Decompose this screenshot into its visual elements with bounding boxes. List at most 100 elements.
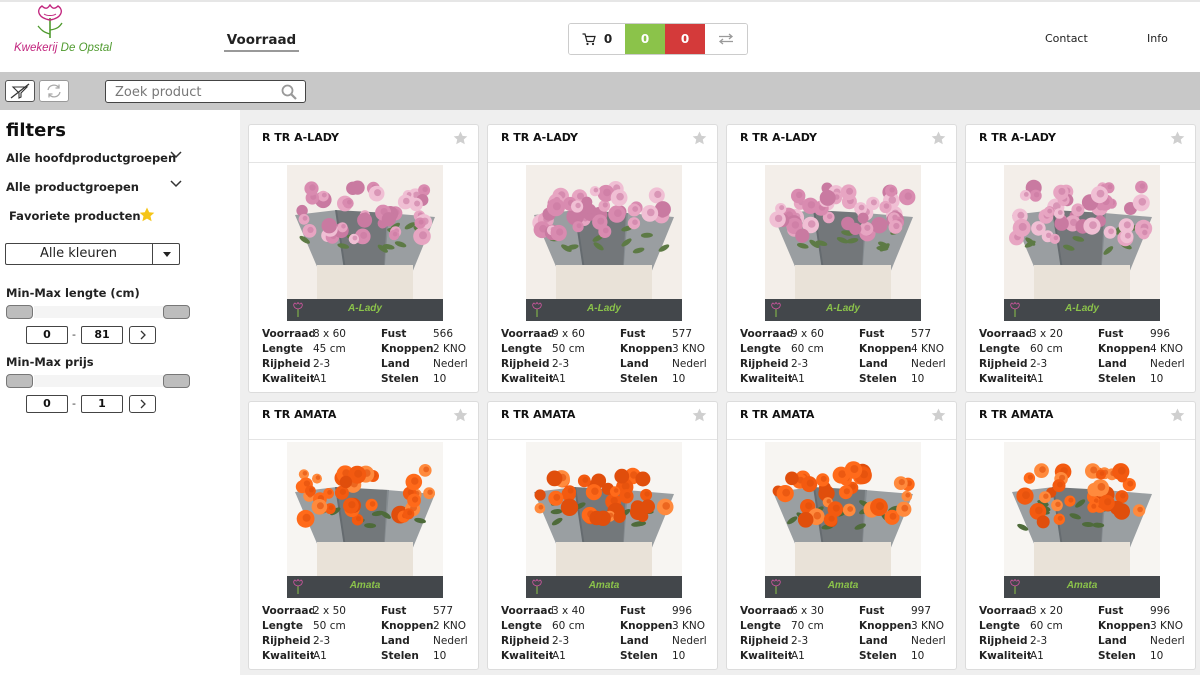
- product-title: R TR AMATA: [262, 408, 337, 421]
- chevron-down-icon[interactable]: [170, 151, 182, 159]
- product-photo[interactable]: Amata: [1004, 442, 1160, 598]
- product-title: R TR AMATA: [740, 408, 815, 421]
- spec-value-land: Nederland: [1150, 358, 1184, 370]
- spec-value-kwaliteit: A1: [1030, 373, 1044, 385]
- cart-status-group: 0 0 0: [568, 23, 748, 55]
- spec-value-voorraad: 2 x 50: [313, 605, 346, 617]
- spec-label: Fust: [1098, 328, 1124, 340]
- length-slider-min-handle[interactable]: [6, 305, 33, 319]
- product-specs: Voorraad 3 x 40 Fust 996 Lengte 60 cm Kn…: [501, 605, 711, 665]
- product-photo[interactable]: A-Lady: [526, 165, 682, 321]
- nav-voorraad[interactable]: Voorraad: [224, 32, 299, 52]
- favorite-star-icon[interactable]: [1170, 131, 1185, 145]
- spec-value-knoppen: 2 KNOP: [433, 620, 467, 632]
- length-min-input[interactable]: 0: [26, 326, 68, 344]
- product-banner: Amata: [1004, 576, 1160, 598]
- spec-label: Stelen: [620, 373, 658, 385]
- spec-label: Kwaliteit: [501, 373, 553, 385]
- length-slider-track[interactable]: [34, 306, 164, 318]
- spec-value-stelen: 10: [433, 650, 447, 662]
- product-card-7[interactable]: R TR AMATA Amata Voorraad 6 x 30 Fust 99…: [726, 401, 957, 670]
- filter-product-groups[interactable]: Alle productgroepen: [6, 180, 139, 194]
- product-title: R TR A-LADY: [501, 131, 578, 144]
- product-photo[interactable]: Amata: [287, 442, 443, 598]
- spec-label: Lengte: [262, 343, 303, 355]
- product-title: R TR A-LADY: [740, 131, 817, 144]
- color-select[interactable]: Alle kleuren: [5, 243, 180, 265]
- spec-label: Kwaliteit: [740, 650, 792, 662]
- spec-label: Land: [381, 358, 410, 370]
- flower-bouquet-image: [1004, 442, 1160, 598]
- product-card-1[interactable]: R TR A-LADY A-Lady Voorraad 8 x 60 Fust …: [248, 124, 479, 393]
- clear-filters-button[interactable]: [5, 80, 35, 102]
- spec-value-fust: 996: [1150, 605, 1171, 617]
- favorite-star-icon[interactable]: [453, 408, 468, 422]
- spec-label: Land: [1098, 358, 1127, 370]
- product-card-5[interactable]: R TR AMATA Amata Voorraad 2 x 50 Fust 57…: [248, 401, 479, 670]
- spec-value-stelen: 10: [672, 650, 686, 662]
- product-card-2[interactable]: R TR A-LADY A-Lady Voorraad 9 x 60 Fust …: [487, 124, 718, 393]
- product-card-8[interactable]: R TR AMATA Amata Voorraad 3 x 20 Fust 99…: [965, 401, 1196, 670]
- favorite-star-icon[interactable]: [931, 131, 946, 145]
- spec-value-rijpheid: 2-3: [313, 635, 331, 647]
- nav-info[interactable]: Info: [1147, 32, 1168, 45]
- spec-label: Knoppen: [620, 343, 672, 355]
- swap-button[interactable]: [705, 24, 747, 54]
- length-max-input[interactable]: 81: [81, 326, 123, 344]
- product-card-3[interactable]: R TR A-LADY A-Lady Voorraad 9 x 60 Fust …: [726, 124, 957, 393]
- filters-title: filters: [6, 120, 66, 141]
- cart-button[interactable]: 0: [569, 24, 625, 54]
- flower-bouquet-image: [765, 165, 921, 321]
- favorite-star-icon[interactable]: [931, 408, 946, 422]
- spec-label: Kwaliteit: [262, 650, 314, 662]
- spec-value-land: Nederland: [911, 358, 945, 370]
- spec-label: Voorraad: [740, 605, 792, 617]
- spec-value-knoppen: 4 KNOP: [1150, 343, 1184, 355]
- favorite-star-icon[interactable]: [453, 131, 468, 145]
- product-photo[interactable]: Amata: [526, 442, 682, 598]
- green-counter-button[interactable]: 0: [625, 24, 665, 54]
- product-card-6[interactable]: R TR AMATA Amata Voorraad 3 x 40 Fust 99…: [487, 401, 718, 670]
- product-card-header: R TR AMATA: [488, 402, 717, 440]
- price-min-input[interactable]: 0: [26, 395, 68, 413]
- spec-label: Kwaliteit: [979, 373, 1031, 385]
- filter-main-groups[interactable]: Alle hoofdproductgroepen: [6, 151, 176, 165]
- length-slider-max-handle[interactable]: [163, 305, 190, 319]
- spec-value-land: Nederland: [911, 635, 945, 647]
- product-card-header: R TR AMATA: [966, 402, 1195, 440]
- refresh-button[interactable]: [39, 80, 69, 102]
- product-photo[interactable]: A-Lady: [287, 165, 443, 321]
- price-slider-min-handle[interactable]: [6, 374, 33, 388]
- favorite-star-icon[interactable]: [692, 408, 707, 422]
- spec-label: Rijpheid: [740, 635, 789, 647]
- filter-favorites[interactable]: Favoriete producten: [9, 209, 141, 223]
- spec-value-kwaliteit: A1: [791, 650, 805, 662]
- price-slider-max-handle[interactable]: [163, 374, 190, 388]
- price-apply-button[interactable]: [129, 395, 156, 413]
- favorite-star-icon[interactable]: [1170, 408, 1185, 422]
- favorite-star-icon[interactable]: [139, 207, 155, 222]
- search-input[interactable]: [106, 82, 271, 103]
- spec-value-rijpheid: 2-3: [313, 358, 331, 370]
- product-title: R TR A-LADY: [979, 131, 1056, 144]
- cart-icon: [582, 32, 596, 45]
- favorite-star-icon[interactable]: [692, 131, 707, 145]
- spec-label: Land: [859, 358, 888, 370]
- nav-contact[interactable]: Contact: [1045, 32, 1088, 45]
- chevron-down-icon[interactable]: [170, 180, 182, 188]
- spec-value-rijpheid: 2-3: [552, 358, 570, 370]
- product-photo[interactable]: Amata: [765, 442, 921, 598]
- swap-arrows-icon: [718, 33, 734, 45]
- product-card-4[interactable]: R TR A-LADY A-Lady Voorraad 3 x 20 Fust …: [965, 124, 1196, 393]
- price-max-input[interactable]: 1: [81, 395, 123, 413]
- red-counter-button[interactable]: 0: [665, 24, 705, 54]
- company-logo[interactable]: Kwekerij De Opstal: [6, 4, 112, 72]
- product-photo[interactable]: A-Lady: [1004, 165, 1160, 321]
- length-apply-button[interactable]: [129, 326, 156, 344]
- price-slider-track[interactable]: [34, 375, 164, 387]
- search-icon[interactable]: [281, 84, 297, 100]
- spec-label: Lengte: [501, 343, 542, 355]
- product-photo[interactable]: A-Lady: [765, 165, 921, 321]
- spec-value-fust: 996: [1150, 328, 1171, 340]
- spec-value-land: Nederland: [433, 358, 467, 370]
